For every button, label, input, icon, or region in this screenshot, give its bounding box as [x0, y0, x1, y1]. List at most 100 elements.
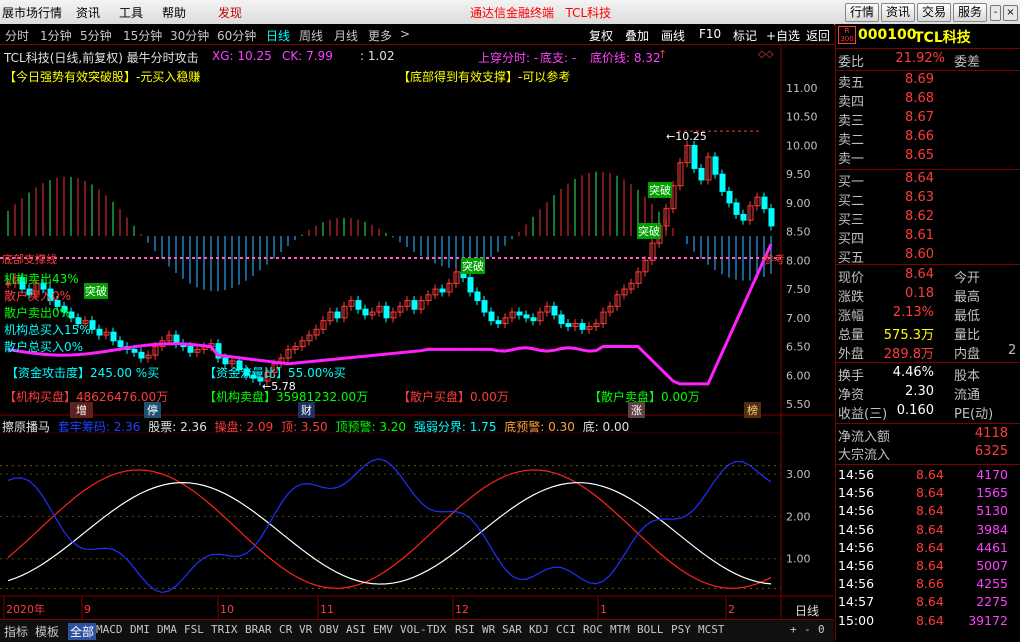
marker-rise[interactable]: 涨 — [628, 402, 645, 418]
trade-button[interactable]: 交易 — [917, 3, 952, 22]
menu-tools[interactable]: 工具 — [119, 4, 143, 21]
bid-row: 买三 8.62 — [838, 209, 934, 228]
tab-control-0[interactable]: + — [790, 623, 797, 636]
bottom-warn-value: 底预警: 0.30 — [504, 420, 575, 434]
marker-halt[interactable]: 停 — [144, 402, 161, 418]
more-chevron-icon[interactable]: > — [400, 27, 410, 41]
marker-increase[interactable]: 增 — [70, 402, 93, 418]
info-button[interactable]: 资讯 — [881, 3, 916, 22]
price-tick-label: 8.50 — [786, 226, 811, 239]
tab-boll[interactable]: BOLL — [637, 623, 664, 636]
inst-sell-label: 【机构卖盘】35981232.00万 — [204, 390, 369, 404]
candle — [187, 346, 194, 353]
add-favorite-button[interactable]: +自选 — [766, 27, 800, 44]
price-tick-label: 10.50 — [786, 111, 818, 124]
period-60min[interactable]: 60分钟 — [217, 27, 256, 44]
tab-2[interactable]: 全部 — [68, 623, 97, 640]
bottom-price-value: 底价线: 8.32 — [590, 51, 661, 65]
back-button[interactable]: 返回 — [806, 27, 830, 44]
candle — [768, 208, 775, 227]
bid-row: 买二 8.63 — [838, 190, 934, 209]
stock-code: 000100 — [858, 27, 917, 43]
stat-row: 换手 4.46% 股本 — [838, 365, 981, 384]
tab-wr[interactable]: WR — [482, 623, 495, 636]
tab-dma[interactable]: DMA — [157, 623, 177, 636]
kline-chart[interactable]: 11.0010.5010.009.509.008.508.007.507.006… — [0, 45, 834, 619]
menu-discover[interactable]: 发现 — [218, 4, 242, 21]
menu-help[interactable]: 帮助 — [162, 4, 186, 21]
candle — [551, 305, 558, 316]
price-tick-label: 11.00 — [786, 82, 818, 95]
stat-row: 外盘 289.8万 内盘 2 — [838, 343, 1017, 362]
candle — [719, 173, 726, 192]
candle — [481, 300, 488, 313]
tab-brar[interactable]: BRAR — [245, 623, 272, 636]
tab-emv[interactable]: EMV — [373, 623, 393, 636]
period-weekly[interactable]: 周线 — [299, 27, 323, 44]
tab-asi[interactable]: ASI — [346, 623, 366, 636]
tab-mcst[interactable]: MCST — [698, 623, 725, 636]
order-ratio-row: 委比 21.92% 委差 — [838, 51, 981, 70]
tab-vr[interactable]: VR — [299, 623, 312, 636]
tab-control-2[interactable]: 0 — [818, 623, 825, 636]
tab-macd[interactable]: MACD — [96, 623, 123, 636]
f10-button[interactable]: F10 — [699, 27, 721, 41]
marker-finance[interactable]: 财 — [298, 402, 315, 418]
sub-tick-label: 3.00 — [786, 468, 811, 481]
tab-trix[interactable]: TRIX — [211, 623, 238, 636]
period-timeshare[interactable]: 分时 — [5, 27, 29, 44]
period-more[interactable]: 更多 — [368, 27, 392, 44]
adjust-button[interactable]: 复权 — [589, 27, 613, 44]
bottom-support-value: 底支: - — [540, 51, 577, 65]
close-icon[interactable]: × — [1003, 5, 1018, 21]
tab-vol-tdx[interactable]: VOL-TDX — [400, 623, 446, 636]
period-monthly[interactable]: 月线 — [334, 27, 358, 44]
candle — [530, 317, 537, 322]
tab-kdj[interactable]: KDJ — [529, 623, 549, 636]
period-daily[interactable]: 日线 — [266, 27, 290, 44]
tab-cci[interactable]: CCI — [556, 623, 576, 636]
quote-button[interactable]: 行情 — [845, 3, 880, 22]
tab-cr[interactable]: CR — [279, 623, 292, 636]
tab-roc[interactable]: ROC — [583, 623, 603, 636]
tab-sar[interactable]: SAR — [502, 623, 522, 636]
x-label: 11 — [320, 603, 334, 616]
top-value: 顶: 3.50 — [281, 420, 328, 434]
ratio-value: : 1.02 — [360, 49, 395, 63]
menu-news[interactable]: 资讯 — [76, 4, 100, 21]
tab-0[interactable]: 指标 — [4, 623, 28, 640]
draw-button[interactable]: 画线 — [661, 27, 685, 44]
diamond-icon: ◇◇ — [758, 49, 774, 60]
up-arrow-icon: ↑ — [658, 48, 668, 61]
candle — [474, 291, 481, 302]
xg-value: XG: 10.25 — [212, 49, 272, 63]
mark-button[interactable]: 标记 — [733, 27, 757, 44]
x-label: 1 — [600, 603, 607, 616]
x-label: 2020年 — [6, 602, 45, 616]
tab-dmi[interactable]: DMI — [130, 623, 150, 636]
tab-rsi[interactable]: RSI — [455, 623, 475, 636]
minimize-icon[interactable]: - — [990, 5, 1001, 21]
tab-1[interactable]: 模板 — [35, 623, 59, 640]
bottom-support-tag: 底部支撑线 — [2, 253, 57, 266]
fund-flow-label: 【资金流量比】55.00%买 — [204, 366, 346, 380]
period-15min[interactable]: 15分钟 — [123, 27, 162, 44]
tab-control-1[interactable]: - — [804, 623, 811, 636]
period-5min[interactable]: 5分钟 — [80, 27, 112, 44]
period-1min[interactable]: 1分钟 — [40, 27, 72, 44]
breakout-label: 突破 — [84, 283, 108, 299]
overlay-button[interactable]: 叠加 — [625, 27, 649, 44]
ck-value: CK: 7.99 — [282, 49, 333, 63]
period-toolbar: 分时 1分钟 5分钟 15分钟 30分钟 60分钟 日线 周线 月线 更多 > … — [0, 24, 834, 45]
period-30min[interactable]: 30分钟 — [170, 27, 209, 44]
subchart-header: 擦原播马 套牢筹码: 2.36 股票: 2.36 操盘: 2.09 顶: 3.5… — [2, 418, 629, 435]
tab-mtm[interactable]: MTM — [610, 623, 630, 636]
marker-rank[interactable]: 榜 — [744, 402, 761, 418]
candle — [96, 328, 103, 336]
quote-panel: R 300 000100 TCL科技 委比 21.92% 委差 卖五 8.69 卖四 8… — [835, 24, 1020, 641]
tab-obv[interactable]: OBV — [319, 623, 339, 636]
menu-market[interactable]: 展市场行情 — [2, 4, 62, 21]
tab-psy[interactable]: PSY — [671, 623, 691, 636]
tab-fsl[interactable]: FSL — [184, 623, 204, 636]
service-button[interactable]: 服务 — [953, 3, 988, 22]
